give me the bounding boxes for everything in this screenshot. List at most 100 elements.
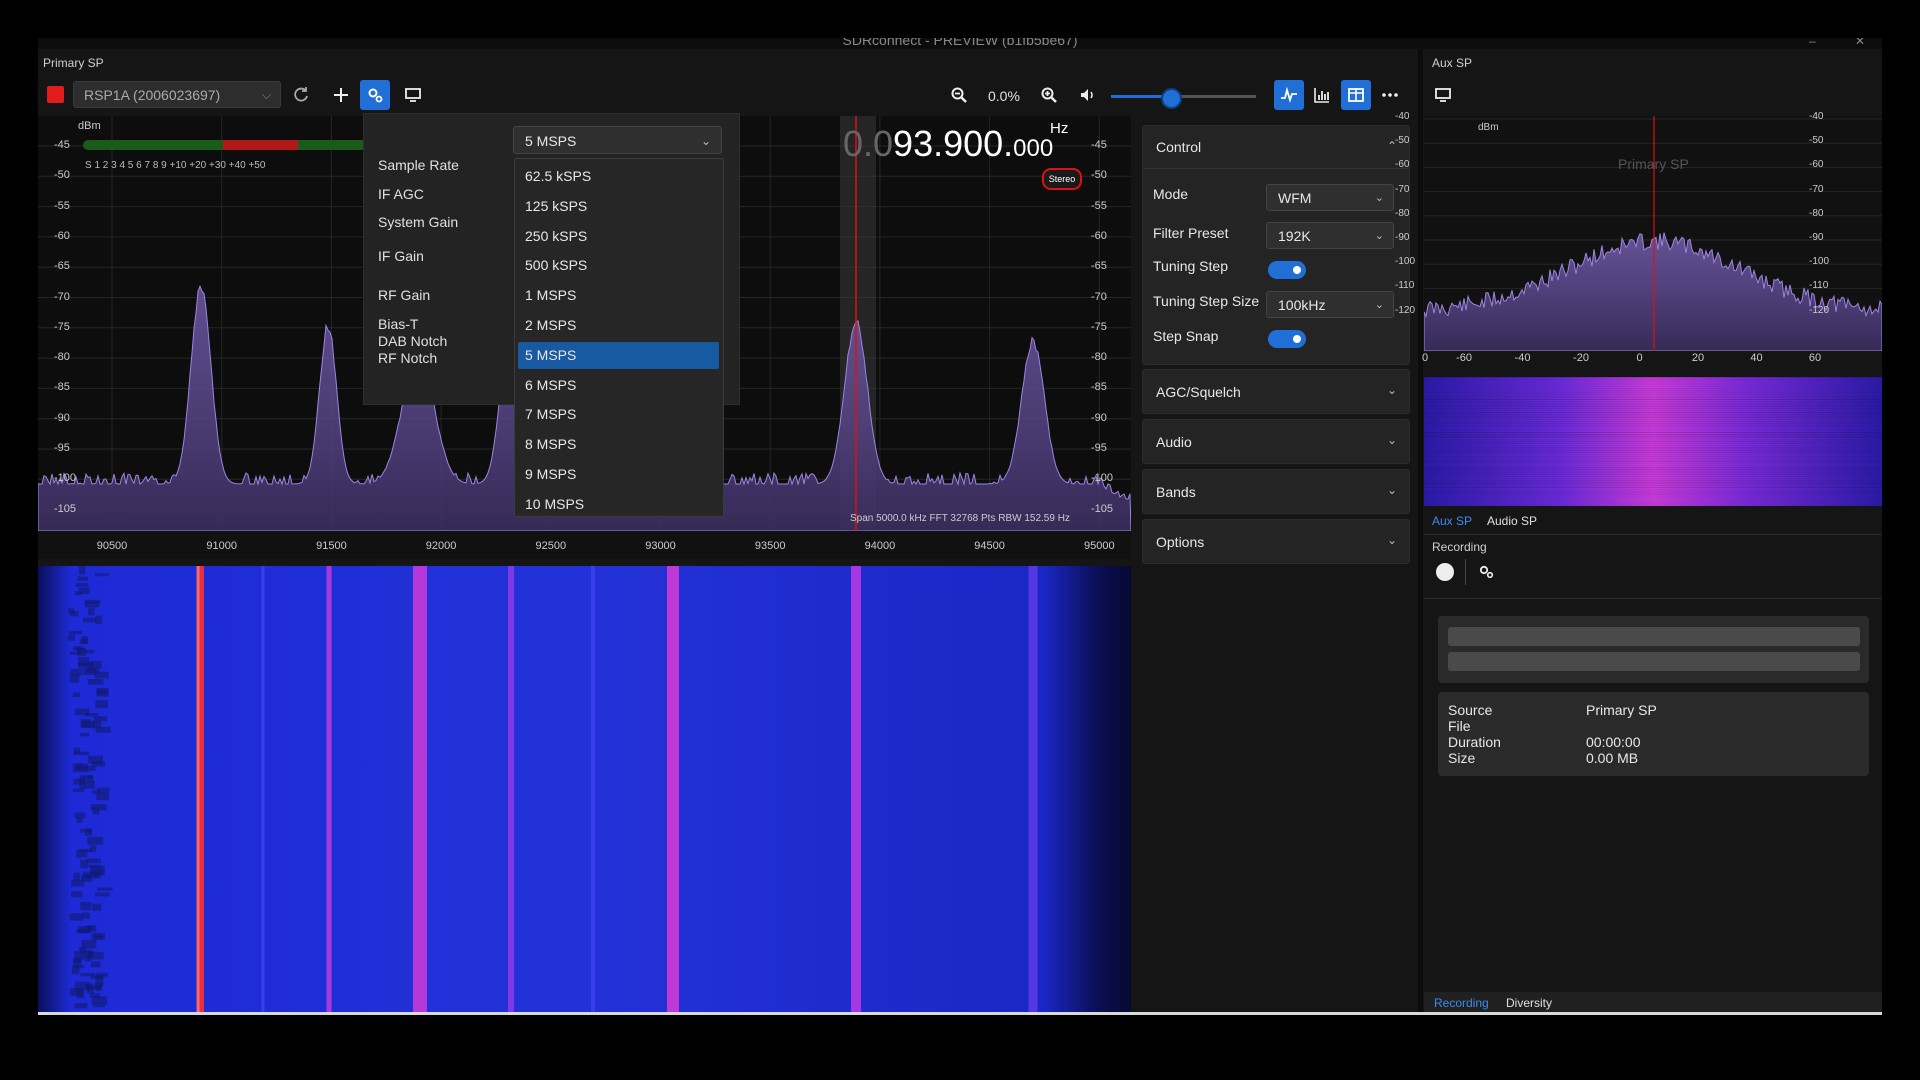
recording-label: Recording	[1432, 540, 1487, 554]
plus-icon	[334, 88, 348, 102]
volume-knob[interactable]	[1161, 88, 1183, 109]
control-section-title[interactable]: Control	[1156, 139, 1201, 155]
chevron-down-icon: ⌄	[700, 134, 711, 148]
agc-squelch-section[interactable]: AGC/Squelch ⌄	[1142, 369, 1410, 414]
gears-icon	[368, 88, 383, 103]
rf-notch-label: RF Notch	[378, 350, 438, 366]
filter-preset-select[interactable]: 192K ⌄	[1266, 222, 1394, 249]
step-snap-toggle[interactable]	[1268, 330, 1306, 348]
tuning-step-size-value: 100kHz	[1278, 297, 1326, 313]
sample-rate-option[interactable]: 62.5 kSPS	[518, 163, 719, 190]
sample-rate-option[interactable]: 6 MSPS	[518, 372, 719, 399]
aux-db-tick-label: -90	[1809, 232, 1824, 243]
if-agc-label: IF AGC	[378, 186, 424, 202]
aux-x-tick-label: -20	[1573, 352, 1589, 364]
waterfall-display[interactable]	[38, 566, 1131, 1012]
panel-divider[interactable]	[1418, 49, 1423, 1012]
chevron-down-icon: ⌄	[1386, 533, 1397, 547]
span-info: Span 5000.0 kHz FFT 32768 Pts RBW 152.59…	[850, 513, 1070, 524]
close-button[interactable]: ✕	[1855, 38, 1865, 48]
volume-button[interactable]	[1073, 80, 1103, 110]
aux-display-button[interactable]	[1428, 80, 1458, 110]
aux-x-tick-label: -60	[1456, 352, 1472, 364]
aux-db-tick-label: -70	[1809, 183, 1824, 195]
audio-section[interactable]: Audio ⌄	[1142, 419, 1410, 464]
signal-meter	[83, 140, 373, 150]
display-button[interactable]	[398, 80, 428, 110]
freq-tick-label: 91000	[206, 540, 237, 552]
db-tick-label: -105	[54, 502, 77, 515]
chevron-down-icon: ⌄	[1374, 192, 1384, 204]
sample-rate-option[interactable]: 7 MSPS	[518, 401, 719, 428]
histogram-button[interactable]	[1307, 80, 1337, 110]
signal-meter-over	[223, 140, 298, 150]
stop-button[interactable]	[47, 86, 64, 103]
file-label: File	[1448, 718, 1471, 734]
sample-rate-value: 5 MSPS	[525, 133, 577, 149]
db-tick-label: -60	[1091, 229, 1107, 242]
zoom-out-icon	[951, 87, 967, 103]
db-tick-label: -100	[1091, 472, 1114, 485]
tab-aux-sp[interactable]: Aux SP	[1432, 514, 1472, 528]
mode-label: Mode	[1153, 186, 1189, 202]
rec-divider	[1424, 598, 1882, 599]
filter-preset-label: Filter Preset	[1153, 225, 1229, 241]
freq-tick-label: 94000	[864, 540, 896, 552]
sample-rate-option[interactable]: 250 kSPS	[518, 223, 719, 250]
aux-x-tick-label: 20	[1691, 352, 1705, 364]
toolbar-separator	[1465, 559, 1466, 585]
recording-settings-button[interactable]	[1471, 557, 1501, 587]
sample-rate-option[interactable]: 8 MSPS	[518, 431, 719, 458]
tab-audio-sp[interactable]: Audio SP	[1487, 514, 1537, 528]
sample-rate-option[interactable]: 10 MSPS	[518, 491, 719, 518]
more-button[interactable]	[1375, 80, 1405, 110]
sample-rate-option[interactable]: 1 MSPS	[518, 282, 719, 309]
tuning-step-size-select[interactable]: 100kHz ⌄	[1266, 291, 1394, 318]
record-button[interactable]	[1436, 563, 1454, 581]
chevron-down-icon: ⌄	[1386, 383, 1397, 397]
zoom-in-button[interactable]	[1034, 80, 1064, 110]
spectrum-view-button[interactable]	[1274, 80, 1304, 110]
rf-gain-label: RF Gain	[378, 287, 431, 303]
db-tick-label: -50	[1091, 169, 1107, 182]
primary-panel-label: Primary SP	[43, 56, 104, 70]
split-view-button[interactable]	[1341, 80, 1371, 110]
options-section[interactable]: Options ⌄	[1142, 519, 1410, 564]
device-select[interactable]: RSP1A (2006023697) ⌵	[73, 81, 281, 108]
minimize-button[interactable]: –	[1809, 38, 1816, 48]
aux-db-tick-label: -50	[1395, 135, 1410, 147]
tab-recording[interactable]: Recording	[1434, 996, 1489, 1010]
sample-rate-option[interactable]: 9 MSPS	[518, 461, 719, 488]
frequency-readout[interactable]: 0.093.900.000	[843, 123, 1053, 165]
sample-rate-option[interactable]: 5 MSPS	[518, 341, 719, 369]
sample-rate-option[interactable]: 125 kSPS	[518, 193, 719, 220]
sample-rate-option[interactable]: 500 kSPS	[518, 252, 719, 279]
mode-select[interactable]: WFM ⌄	[1266, 184, 1394, 211]
sample-rate-option[interactable]: 2 MSPS	[518, 312, 719, 339]
monitor-icon	[1435, 88, 1451, 102]
aux-waterfall[interactable]	[1424, 377, 1882, 506]
filter-preset-value: 192K	[1278, 228, 1311, 244]
add-button[interactable]	[326, 80, 356, 110]
sample-rate-select[interactable]: 5 MSPS ⌄	[513, 126, 722, 154]
mode-value: WFM	[1278, 190, 1312, 206]
db-tick-label: -105	[1091, 502, 1114, 515]
db-tick-label: -90	[54, 411, 70, 424]
progress-bar-2	[1448, 652, 1860, 671]
aux-db-tick-label: -120	[1395, 304, 1416, 316]
tuning-step-toggle[interactable]	[1268, 261, 1306, 279]
bands-section[interactable]: Bands ⌄	[1142, 469, 1410, 514]
aux-x-tick-label: 0	[1636, 352, 1643, 364]
zoom-out-button[interactable]	[944, 80, 974, 110]
freq-small-digits: 000	[1013, 135, 1054, 162]
monitor-icon	[405, 88, 421, 102]
device-settings-button[interactable]	[360, 80, 390, 110]
freq-tick-label: 91500	[316, 540, 347, 552]
aux-db-tick-label: -80	[1809, 207, 1824, 219]
tab-diversity[interactable]: Diversity	[1506, 996, 1552, 1010]
aux-dbm-unit: dBm	[1478, 122, 1499, 133]
aux-db-tick-label: -90	[1395, 232, 1410, 243]
refresh-button[interactable]	[286, 80, 316, 110]
volume-slider[interactable]	[1111, 88, 1256, 109]
stereo-badge: Stereo	[1042, 168, 1082, 190]
